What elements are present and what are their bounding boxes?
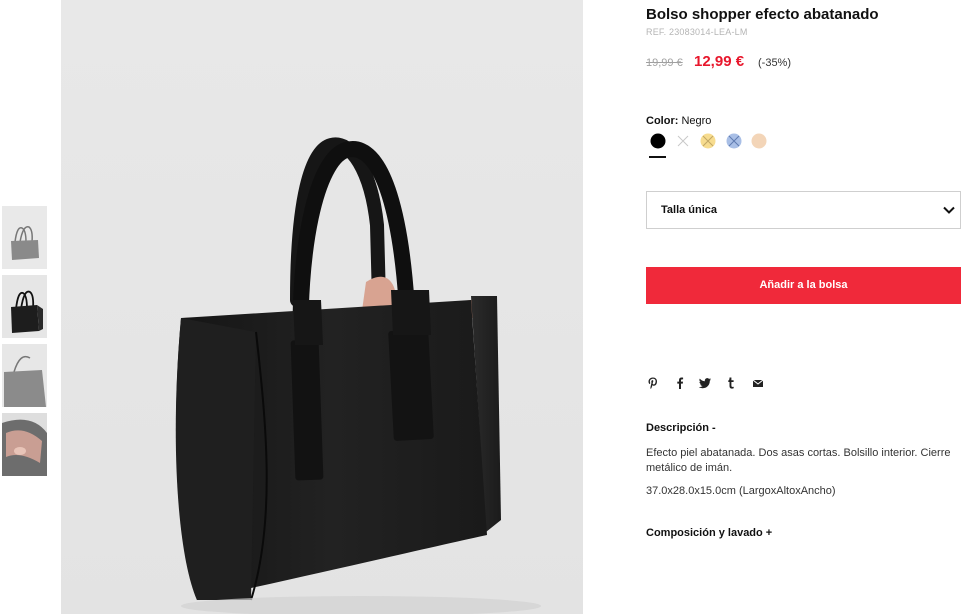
swatch-black[interactable]	[650, 133, 666, 149]
swatch-yellow-unavailable[interactable]	[700, 133, 716, 149]
tumblr-icon[interactable]	[724, 376, 738, 390]
size-dropdown-value: Talla única	[661, 204, 718, 216]
swatch-pink[interactable]	[751, 133, 767, 149]
twitter-icon[interactable]	[698, 376, 712, 390]
product-main-image[interactable]	[61, 0, 583, 614]
swatch-white-unavailable[interactable]	[675, 133, 691, 149]
description-text: Efecto piel abatanada. Dos asas cortas. …	[646, 447, 951, 474]
description-toggle[interactable]: Descripción -	[646, 422, 716, 434]
swatch-blue-unavailable[interactable]	[726, 133, 742, 149]
product-reference: REF. 23083014-LEA-LM	[646, 27, 748, 37]
email-icon[interactable]	[751, 376, 765, 390]
chevron-down-icon	[942, 203, 956, 217]
pinterest-icon[interactable]	[646, 376, 660, 390]
selected-color-name: Negro	[681, 115, 712, 127]
thumbnail-1[interactable]	[2, 206, 47, 269]
product-dimensions: 37.0x28.0x15.0cm (LargoxAltoxAncho)	[646, 485, 836, 497]
product-title: Bolso shopper efecto abatanado	[646, 6, 879, 23]
sale-price: 12,99 €	[694, 53, 745, 70]
thumbnail-4[interactable]	[2, 413, 47, 476]
thumbnail-3[interactable]	[2, 344, 47, 407]
facebook-icon[interactable]	[673, 376, 687, 390]
discount-percent: (-35%)	[758, 57, 792, 69]
black-shopper-bag-illustration	[61, 0, 583, 614]
color-label: Color: Negro	[646, 115, 711, 127]
original-price: 19,99 €	[646, 57, 683, 69]
color-label-title: Color:	[646, 115, 679, 127]
composition-toggle[interactable]: Composición y lavado +	[646, 527, 772, 539]
size-dropdown[interactable]: Talla única	[646, 191, 961, 229]
add-to-bag-button[interactable]: Añadir a la bolsa	[646, 267, 961, 304]
selected-swatch-indicator	[649, 156, 666, 158]
thumbnail-2[interactable]	[2, 275, 47, 338]
